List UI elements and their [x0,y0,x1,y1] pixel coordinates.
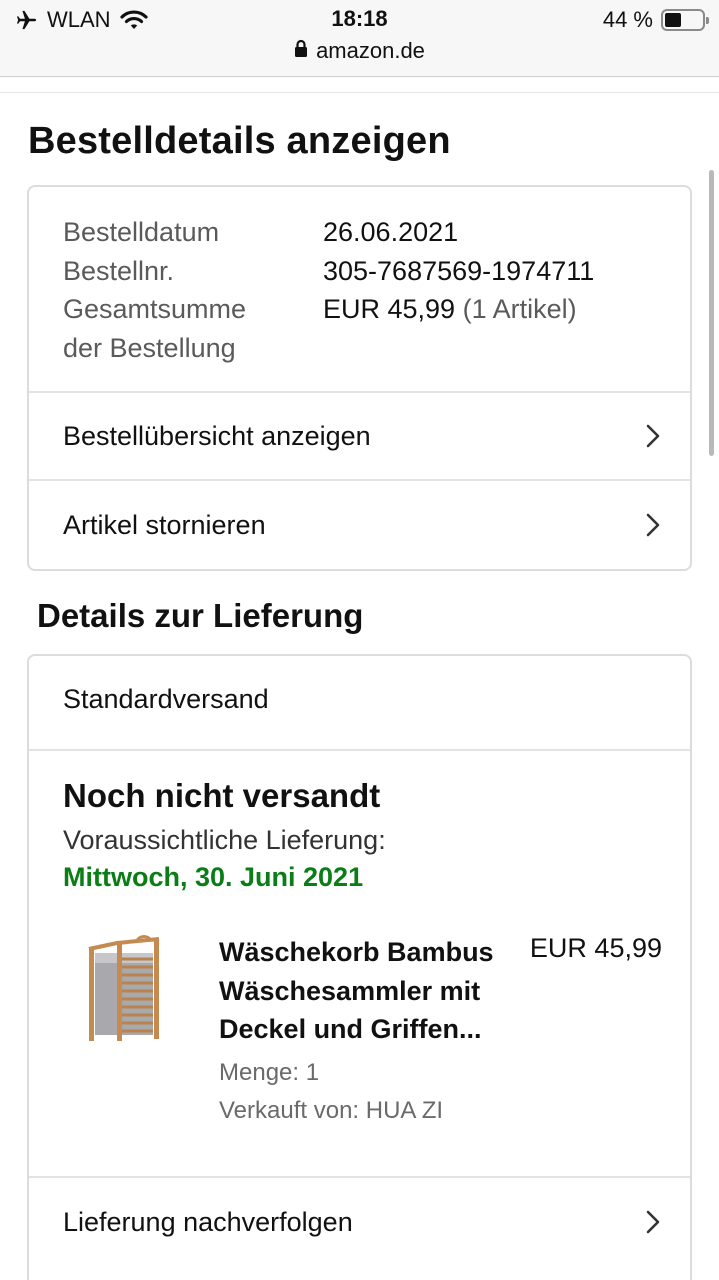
expected-delivery-label: Voraussichtliche Lieferung: [63,825,386,855]
lock-icon [294,38,308,64]
track-package-link[interactable]: Lieferung nachverfolgen [29,1178,690,1266]
shipment-status: Noch nicht versandt [63,777,381,814]
battery-percent: 44 % [602,7,653,32]
product-title-link[interactable]: Wäschekorb Bambus Wäschesammler mit Deck… [219,933,519,1049]
cancel-items-link[interactable]: Artikel stornieren [29,481,690,569]
order-total-label-line2: der Bestellung [63,332,236,363]
order-total-label-line1: Gesamtsumme [63,294,247,324]
product-seller: Verkauft von: HUA ZI [219,1097,444,1124]
shipment-status-block: Noch nicht versandt Voraussichtliche Lie… [29,751,690,1178]
product-image[interactable] [83,935,169,1045]
track-package-label: Lieferung nachverfolgen [63,1206,353,1237]
view-order-summary-link[interactable]: Bestellübersicht anzeigen [29,393,690,481]
cancel-items-label: Artikel stornieren [63,509,266,540]
battery-icon [661,9,709,31]
page-title: Bestelldetails anzeigen [28,120,451,162]
product-title-line2: Wäschesammler mit [219,975,481,1006]
battery-fill [665,13,681,27]
browser-top-bar: WLAN 18:18 44 % amazon.de [0,0,719,76]
url-domain: amazon.de [316,38,425,63]
order-total-amount: EUR 45,99 [323,294,456,324]
status-right: 44 % [602,7,709,33]
topbar-spacer [0,77,719,93]
expected-delivery-date: Mittwoch, 30. Juni 2021 [63,862,364,892]
delivery-section-title: Details zur Lieferung [37,597,364,634]
url-bar[interactable]: amazon.de [0,36,719,66]
order-info: Bestelldatum 26.06.2021 Bestellnr. 305-7… [29,187,690,393]
delivery-card: Standardversand Noch nicht versandt Vora… [27,654,692,1280]
view-order-summary-label: Bestellübersicht anzeigen [63,420,371,451]
product-title-line1: Wäschekorb Bambus [219,937,494,967]
shipping-method: Standardversand [29,656,690,751]
order-summary-card: Bestelldatum 26.06.2021 Bestellnr. 305-7… [27,185,692,571]
order-total-items: (1 Artikel) [462,294,577,324]
order-total-value: EUR 45,99 (1 Artikel) [323,290,577,367]
order-number-value: 305-7687569-1974711 [323,255,595,286]
order-date-label: Bestelldatum [63,217,220,247]
order-total-label: Gesamtsumme der Bestellung [63,290,323,367]
product-quantity: Menge: 1 [219,1059,320,1086]
order-date-row: Bestelldatum 26.06.2021 [63,213,690,252]
chevron-right-icon [646,424,660,448]
product-price: EUR 45,99 [529,933,662,963]
chevron-right-icon [646,1210,660,1234]
order-date-value: 26.06.2021 [323,217,459,247]
product-item: Wäschekorb Bambus Wäschesammler mit Deck… [63,933,662,1133]
product-title-line3: Deckel und Griffen... [219,1014,482,1044]
order-number-row: Bestellnr. 305-7687569-1974711 [63,252,690,291]
scrollbar[interactable] [709,170,714,456]
order-number-label: Bestellnr. [63,255,175,286]
chevron-right-icon [646,513,660,537]
order-total-row: Gesamtsumme der Bestellung EUR 45,99 (1 … [63,290,690,367]
